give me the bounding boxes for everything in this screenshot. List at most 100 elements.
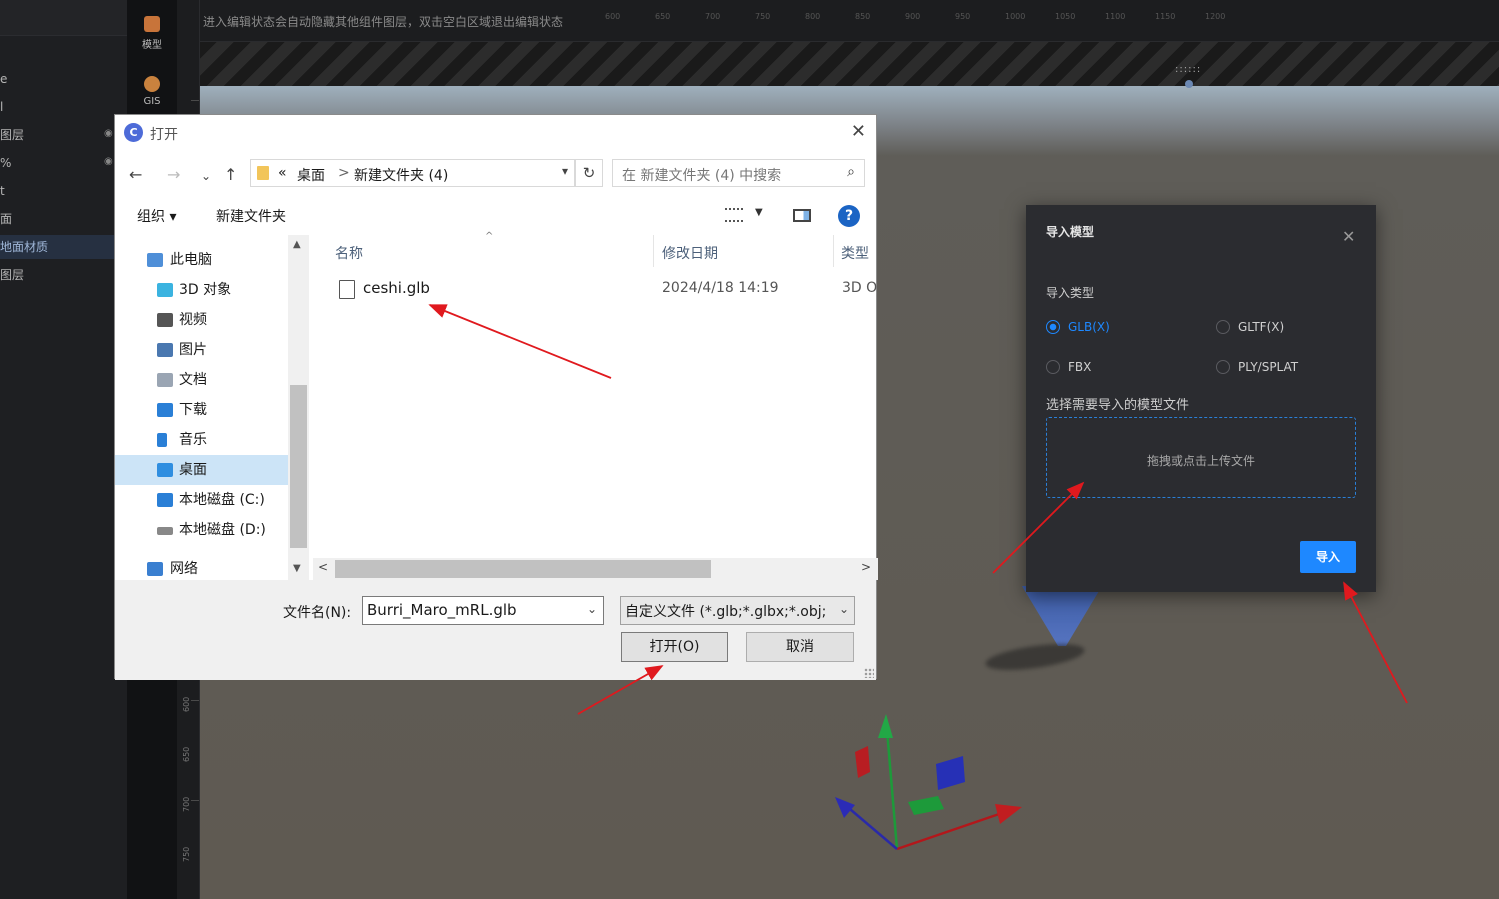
new-folder-button[interactable]: 新建文件夹 (216, 206, 286, 226)
breadcrumb-overflow[interactable]: « (278, 165, 287, 181)
tree-item-label: 桌面 (179, 462, 207, 478)
chevron-down-icon[interactable]: ⌄ (587, 602, 597, 616)
ruler-tick (191, 100, 199, 101)
tree-item-label: 本地磁盘 (C:) (179, 492, 265, 508)
tree-scrollbar[interactable]: ▲ ▼ (288, 235, 309, 580)
anchor-point[interactable] (1185, 80, 1193, 88)
radio-ply-splat[interactable]: PLY/SPLAT (1216, 358, 1416, 376)
filename-input[interactable]: Burri_Maro_mRL.glb ⌄ (362, 596, 604, 625)
radio-unchecked-icon[interactable] (1216, 360, 1230, 374)
eye-icon[interactable]: ◉ (104, 156, 113, 167)
open-file-dialog: C 打开 ✕ ← → ⌄ ↑ « 桌面 > 新建文件夹 (4) ▾ ↻ 在 新建… (114, 114, 878, 680)
dialog-toolbar: 组织 ▾ 新建文件夹 ▼ ? (115, 199, 876, 235)
eye-icon[interactable]: ◉ (104, 128, 113, 139)
breadcrumb-desktop[interactable]: 桌面 (297, 165, 325, 185)
chevron-down-icon[interactable]: ⌄ (836, 602, 849, 616)
tree-item-pictures[interactable]: 图片 (115, 335, 288, 365)
folder-icon (257, 166, 269, 180)
close-icon[interactable]: ✕ (1342, 227, 1355, 246)
tree-item-drive-d[interactable]: 本地磁盘 (D:) (115, 515, 288, 545)
drag-handle-icon[interactable]: :::::: (1175, 64, 1201, 75)
tree-item-downloads[interactable]: 下载 (115, 395, 288, 425)
drive-c-icon (157, 493, 173, 507)
tree-item-label: 视频 (179, 312, 207, 328)
layer-item-selected[interactable]: 地面材质 (0, 235, 127, 259)
ruler-label: 700 (182, 796, 191, 812)
radio-unchecked-icon[interactable] (1046, 360, 1060, 374)
cancel-button[interactable]: 取消 (746, 632, 854, 662)
plane-handle-yz[interactable] (936, 756, 965, 790)
scroll-right-icon[interactable]: > (861, 560, 871, 574)
tree-item-drive-c[interactable]: 本地磁盘 (C:) (115, 485, 288, 515)
tree-item-desktop[interactable]: 桌面 (115, 455, 288, 485)
model-mesh[interactable] (1022, 586, 1102, 646)
tree-item-label: 文档 (179, 372, 207, 388)
tree-item-videos[interactable]: 视频 (115, 305, 288, 335)
radio-checked-icon[interactable] (1046, 320, 1060, 334)
back-arrow-icon[interactable]: ← (129, 165, 142, 184)
chevron-down-icon[interactable]: ▾ (562, 164, 568, 178)
ruler-label: 1200 (1205, 12, 1226, 21)
layer-item[interactable]: 图层 (0, 263, 127, 287)
view-list-icon[interactable] (725, 208, 743, 222)
gis-tool-button[interactable]: GIS (127, 76, 177, 107)
radio-gltf[interactable]: GLTF(X) (1216, 318, 1416, 336)
scroll-left-icon[interactable]: < (318, 560, 328, 574)
tree-item-3d-objects[interactable]: 3D 对象 (115, 275, 288, 305)
z-axis-arrow[interactable] (835, 797, 855, 818)
ruler-label: 800 (805, 12, 821, 21)
upload-dropzone[interactable]: 拖拽或点击上传文件 (1046, 417, 1356, 498)
ruler-label: 850 (855, 12, 871, 21)
column-header-name[interactable]: 名称 (335, 243, 363, 263)
scrollbar-thumb[interactable] (335, 560, 711, 578)
search-icon[interactable]: ⌕ (847, 164, 855, 180)
breadcrumb-folder[interactable]: 新建文件夹 (4) (354, 165, 448, 185)
help-icon[interactable]: ? (838, 205, 860, 227)
scroll-up-icon[interactable]: ▲ (293, 239, 301, 250)
model-file-label: 选择需要导入的模型文件 (1046, 398, 1190, 413)
filetype-select[interactable]: 自定义文件 (*.glb;*.glbx;*.obj; ⌄ (620, 596, 855, 625)
transform-gizmo[interactable] (830, 706, 1040, 866)
scrollbar-thumb[interactable] (290, 385, 307, 548)
resize-grip-icon[interactable] (864, 668, 874, 678)
video-icon (157, 313, 173, 327)
address-bar[interactable]: « 桌面 > 新建文件夹 (4) ▾ (250, 159, 575, 187)
plane-handle-xy[interactable] (855, 746, 870, 778)
layer-item[interactable]: e (0, 67, 127, 91)
tree-item-music[interactable]: 音乐 (115, 425, 288, 455)
model-tool-button[interactable]: 模型 (127, 16, 177, 51)
scroll-down-icon[interactable]: ▼ (293, 563, 301, 574)
layer-item[interactable]: 面 (0, 207, 127, 231)
preview-pane-icon[interactable] (793, 209, 811, 222)
layer-item[interactable]: l (0, 95, 127, 119)
import-button[interactable]: 导入 (1300, 541, 1356, 573)
forward-arrow-icon[interactable]: → (167, 165, 180, 184)
plane-handle-xz[interactable] (908, 796, 944, 815)
tree-item-documents[interactable]: 文档 (115, 365, 288, 395)
up-arrow-icon[interactable]: ↑ (224, 165, 237, 184)
tree-item-this-pc[interactable]: 此电脑 (115, 245, 288, 275)
open-button[interactable]: 打开(O) (621, 632, 728, 662)
y-axis-arrow[interactable] (878, 714, 893, 738)
pictures-icon (157, 343, 173, 357)
radio-label: GLB(X) (1068, 320, 1110, 334)
dialog-titlebar[interactable]: C 打开 ✕ (115, 115, 876, 151)
layer-item[interactable]: t (0, 179, 127, 203)
column-divider[interactable] (653, 235, 654, 267)
x-axis-arrow[interactable] (995, 804, 1022, 824)
radio-unchecked-icon[interactable] (1216, 320, 1230, 334)
file-modified: 2024/4/18 14:19 (662, 280, 779, 296)
column-header-modified[interactable]: 修改日期 (662, 243, 718, 263)
organize-button[interactable]: 组织 ▾ (137, 206, 176, 226)
column-divider[interactable] (833, 235, 834, 267)
edit-mode-stripe-bar (200, 42, 1499, 86)
file-row-ceshi[interactable]: ceshi.glb 2024/4/18 14:19 3D O (335, 277, 877, 303)
refresh-icon[interactable]: ↻ (575, 159, 603, 187)
column-header-type[interactable]: 类型 (841, 243, 869, 263)
close-icon[interactable]: ✕ (851, 121, 866, 142)
gis-tool-label: GIS (143, 96, 161, 107)
file-list-hscrollbar[interactable]: < > (313, 558, 878, 580)
history-dropdown-icon[interactable]: ⌄ (201, 169, 211, 183)
search-input[interactable]: 在 新建文件夹 (4) 中搜索 ⌕ (612, 159, 865, 187)
view-dropdown-icon[interactable]: ▼ (755, 207, 763, 218)
